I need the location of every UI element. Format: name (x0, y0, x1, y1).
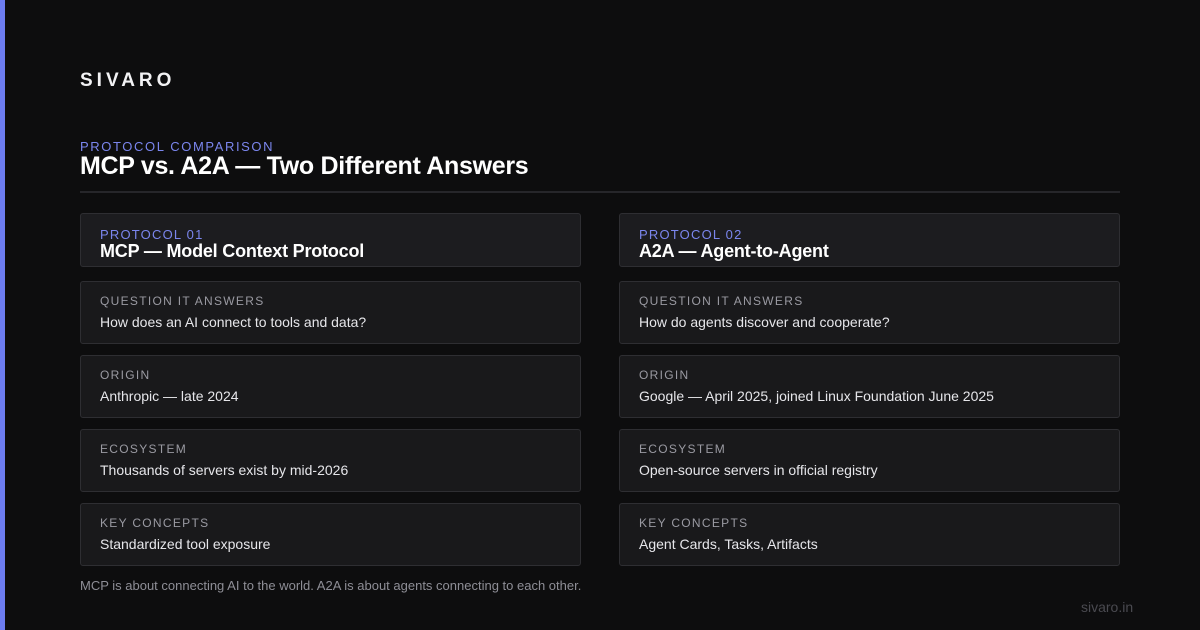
row-label: ECOSYSTEM (639, 442, 727, 456)
row-value: Anthropic — late 2024 (100, 388, 239, 404)
comparison-row-ecosystem: ECOSYSTEM Thousands of servers exist by … (80, 429, 581, 492)
protocol-number-label: PROTOCOL 02 (639, 227, 743, 242)
protocol-column-a2a: PROTOCOL 02 A2A — Agent-to-Agent QUESTIO… (619, 213, 1120, 577)
brand-logo: SIVARO (80, 70, 176, 91)
row-value: How does an AI connect to tools and data… (100, 314, 367, 330)
row-value: How do agents discover and cooperate? (639, 314, 890, 330)
row-value: Thousands of servers exist by mid-2026 (100, 462, 349, 478)
comparison-row-origin: ORIGIN Google — April 2025, joined Linux… (619, 355, 1120, 418)
row-label: KEY CONCEPTS (639, 516, 749, 530)
site-url: sivaro.in (1081, 599, 1134, 615)
row-label: QUESTION IT ANSWERS (100, 294, 265, 308)
row-label: ECOSYSTEM (100, 442, 188, 456)
comparison-row-origin: ORIGIN Anthropic — late 2024 (80, 355, 581, 418)
protocol-number-label: PROTOCOL 01 (100, 227, 204, 242)
row-value: Open-source servers in official registry (639, 462, 878, 478)
row-value: Standardized tool exposure (100, 536, 271, 552)
row-label: ORIGIN (100, 368, 151, 382)
comparison-row-question: QUESTION IT ANSWERS How does an AI conne… (80, 281, 581, 344)
row-label: ORIGIN (639, 368, 690, 382)
comparison-row-question: QUESTION IT ANSWERS How do agents discov… (619, 281, 1120, 344)
accent-bar (0, 0, 5, 630)
footnote: MCP is about connecting AI to the world.… (80, 578, 582, 593)
protocol-name: A2A — Agent-to-Agent (639, 241, 829, 261)
comparison-row-key-concepts: KEY CONCEPTS Agent Cards, Tasks, Artifac… (619, 503, 1120, 566)
comparison-row-key-concepts: KEY CONCEPTS Standardized tool exposure (80, 503, 581, 566)
row-value: Google — April 2025, joined Linux Founda… (639, 388, 994, 404)
protocol-column-mcp: PROTOCOL 01 MCP — Model Context Protocol… (80, 213, 581, 577)
protocol-header-card: PROTOCOL 01 MCP — Model Context Protocol (80, 213, 581, 267)
comparison-row-ecosystem: ECOSYSTEM Open-source servers in officia… (619, 429, 1120, 492)
row-label: KEY CONCEPTS (100, 516, 210, 530)
page-title: MCP vs. A2A — Two Different Answers (80, 152, 529, 180)
row-label: QUESTION IT ANSWERS (639, 294, 804, 308)
row-value: Agent Cards, Tasks, Artifacts (639, 536, 818, 552)
header-divider (80, 191, 1120, 193)
protocol-header-card: PROTOCOL 02 A2A — Agent-to-Agent (619, 213, 1120, 267)
protocol-name: MCP — Model Context Protocol (100, 241, 365, 261)
